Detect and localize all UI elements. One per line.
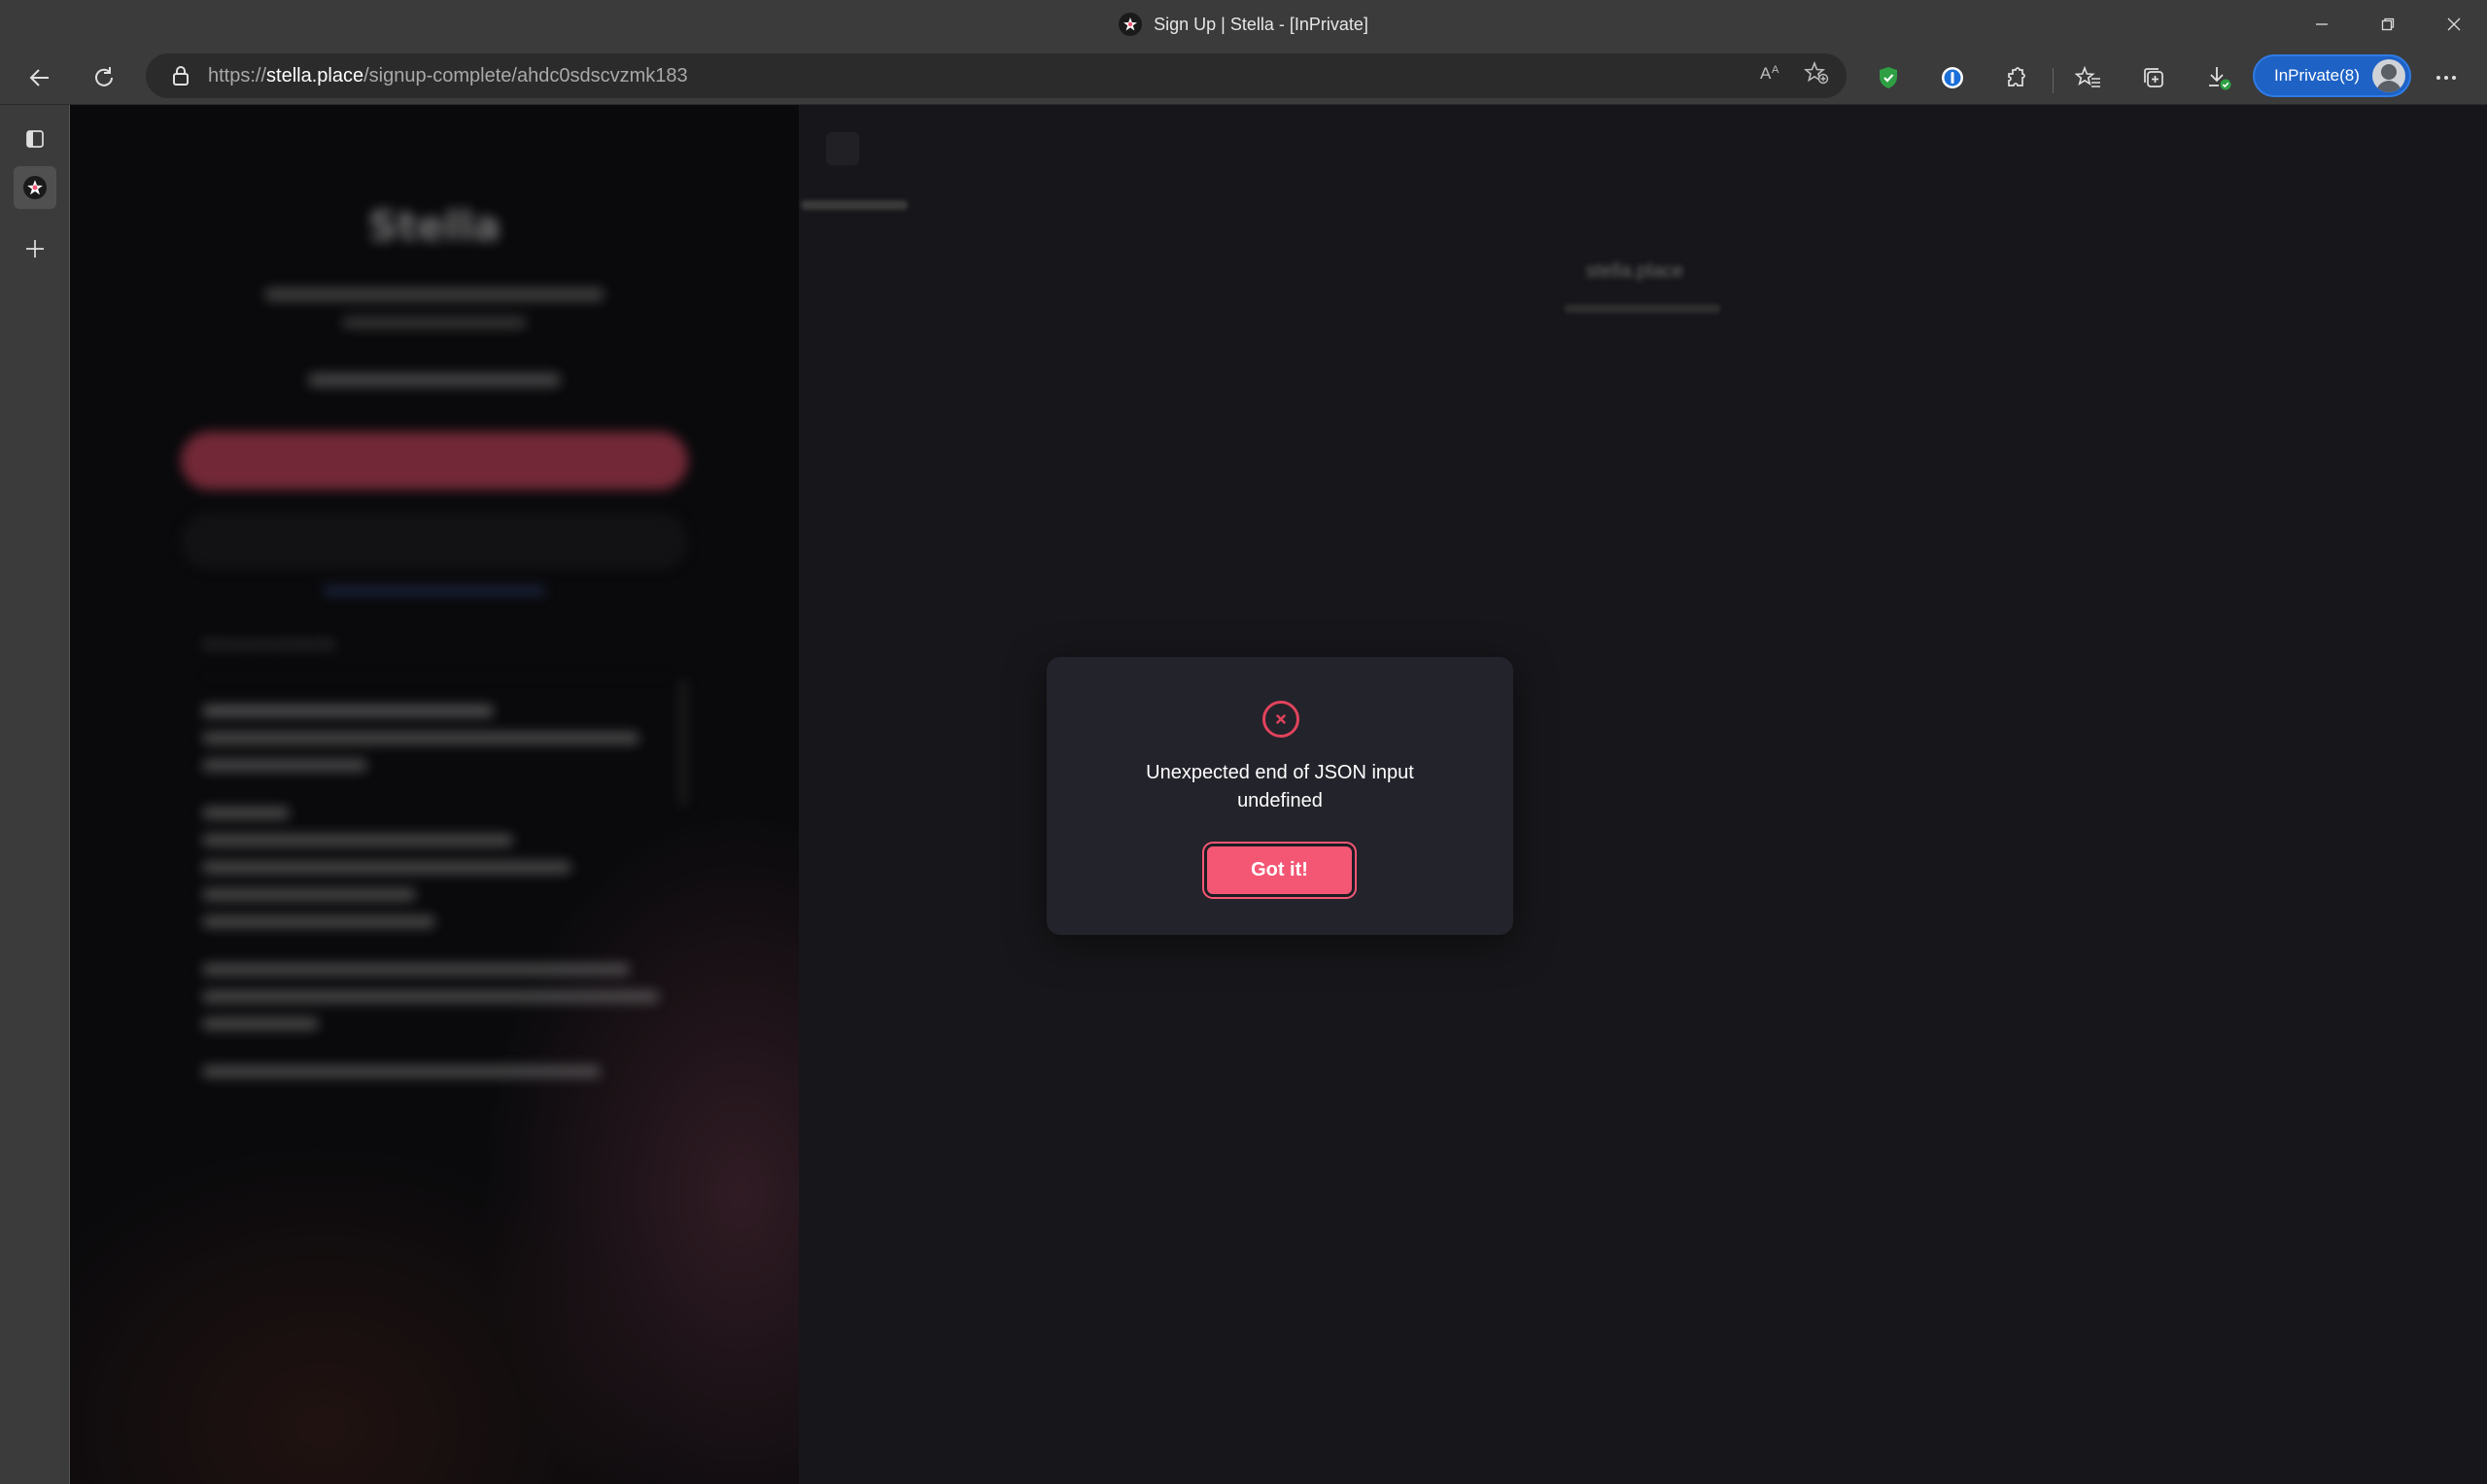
refresh-icon [95, 67, 113, 86]
url-scheme: https:// [208, 64, 267, 86]
site-title: Stella [368, 202, 501, 250]
add-favorite-icon[interactable] [1803, 60, 1829, 90]
blurred-text-line [308, 373, 561, 387]
extensions-button[interactable] [1995, 56, 2038, 99]
error-dialog: Unexpected end of JSON input undefined G… [1047, 657, 1513, 935]
blurred-subtext [1565, 304, 1720, 313]
blurred-signin-button [181, 513, 688, 569]
tab-actions-icon [26, 130, 44, 148]
stella-tab-favicon-icon [23, 176, 47, 199]
close-window-button[interactable] [2421, 0, 2487, 49]
blurred-text-line [202, 861, 571, 874]
new-tab-icon [26, 240, 44, 258]
collections-icon [2144, 68, 2163, 87]
shield-extension-button[interactable] [1867, 56, 1910, 99]
password-manager-icon [1942, 67, 1963, 88]
blurred-text-line [264, 288, 604, 301]
blurred-status-text [801, 200, 908, 210]
password-manager-button[interactable] [1931, 56, 1974, 99]
favorites-icon [2075, 65, 2100, 87]
error-icon [1262, 701, 1299, 738]
restore-icon [2381, 17, 2395, 31]
collections-button[interactable] [2132, 56, 2175, 99]
vertical-tabs-sidebar [0, 105, 70, 1484]
blurred-text-line [202, 990, 659, 1003]
blurred-text-line [202, 834, 513, 846]
refresh-button[interactable] [83, 56, 125, 99]
blurred-signup-button [181, 431, 688, 490]
blurred-text-line [202, 963, 630, 976]
read-aloud-icon[interactable]: AA [1759, 62, 1784, 89]
title-bar: Sign Up | Stella - [InPrivate] [0, 0, 2487, 49]
stella-favicon-icon [1119, 13, 1143, 36]
blurred-text-line [202, 732, 639, 744]
svg-text:A: A [1772, 64, 1779, 76]
downloads-icon [2209, 67, 2231, 90]
inprivate-button[interactable]: InPrivate(8) [2253, 54, 2411, 97]
minimize-icon [2316, 23, 2328, 25]
blurred-text-line [202, 1065, 601, 1078]
blurred-text-line [202, 915, 435, 928]
blurred-text-line [202, 1018, 319, 1030]
blurred-text-line [202, 705, 494, 717]
more-options-button[interactable] [2425, 56, 2468, 99]
got-it-button[interactable]: Got it! [1204, 844, 1355, 897]
back-icon [29, 69, 49, 86]
svg-text:A: A [1760, 64, 1772, 83]
minimize-button[interactable] [2289, 0, 2355, 49]
close-icon [2447, 17, 2461, 31]
url-text[interactable]: https://stella.place/signup-complete/ahd… [208, 65, 688, 87]
blurred-text-line [202, 759, 367, 772]
inprivate-label: InPrivate(8) [2274, 66, 2360, 85]
blurred-text-line [202, 807, 290, 819]
address-bar-actions: AA [1759, 53, 1829, 98]
url-path: /signup-complete/ahdc0sdscvzmk183 [363, 64, 688, 86]
blurred-link [323, 586, 546, 596]
blurred-text-line [342, 317, 527, 328]
blurred-menu-icon [826, 132, 859, 165]
downloads-button[interactable] [2197, 56, 2240, 99]
url-host: stella.place [266, 64, 364, 86]
lock-icon[interactable] [171, 65, 190, 86]
more-icon [2436, 76, 2456, 80]
blurred-brand-text: stella.place [1586, 260, 1684, 282]
extensions-icon [2008, 67, 2025, 86]
announcements-heading: Announcements [202, 635, 336, 655]
new-tab-button[interactable] [14, 227, 56, 270]
profile-avatar [2372, 59, 2405, 92]
tab-actions-button[interactable] [14, 118, 56, 160]
favorites-button[interactable] [2067, 56, 2110, 99]
tab-stella[interactable] [14, 166, 56, 209]
window-title-area: Sign Up | Stella - [InPrivate] [0, 0, 2487, 49]
back-button[interactable] [18, 56, 61, 99]
left-panel-backdrop: Stella Announcements [70, 105, 799, 1484]
window-title: Sign Up | Stella - [InPrivate] [1154, 14, 1368, 34]
window-controls [2289, 0, 2487, 49]
shield-extension-icon [1880, 67, 1897, 88]
error-message-line2: undefined [1237, 790, 1323, 811]
blurred-scrollbar [680, 680, 686, 807]
error-message-line1: Unexpected end of JSON input [1146, 762, 1414, 783]
blurred-text-line [202, 888, 416, 901]
page-viewport: Stella Announcements stella.place Unexpe… [70, 105, 2487, 1484]
divider [202, 676, 669, 677]
address-bar[interactable]: https://stella.place/signup-complete/ahd… [146, 53, 1847, 98]
browser-toolbar: https://stella.place/signup-complete/ahd… [0, 49, 2487, 105]
toolbar-divider [2053, 68, 2054, 93]
restore-button[interactable] [2355, 0, 2421, 49]
